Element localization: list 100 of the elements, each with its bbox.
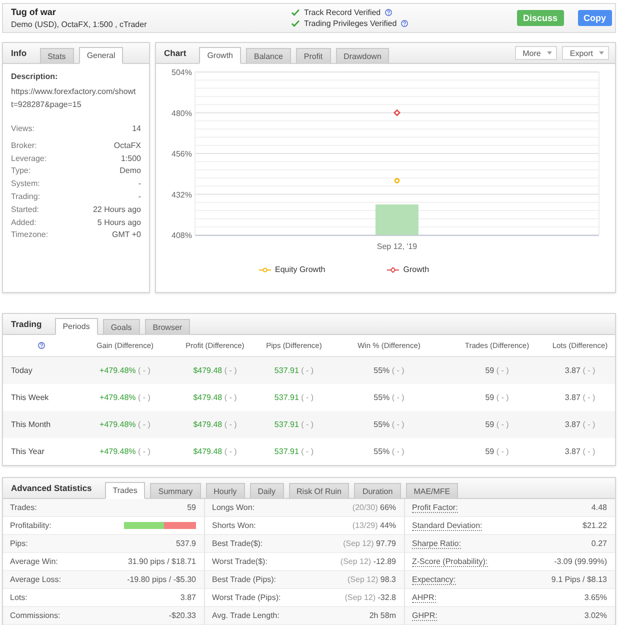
tab[interactable]: Risk Of Ruin: [288, 483, 350, 499]
field-label: Trading:: [11, 190, 40, 203]
stat-label: Profitability:: [10, 521, 52, 530]
stat-value: $21.22: [582, 521, 607, 530]
legend-marker-icon: [387, 266, 400, 272]
stat-label: Lots:: [10, 593, 28, 602]
stat-label: Shorts Won:: [212, 521, 256, 530]
table-cell: 3.87 ( - ): [564, 420, 596, 429]
x-tick-label: Sep 12, '19: [376, 242, 418, 251]
stat-label: Best Trade($):: [212, 539, 263, 548]
table-cell: 3.87 ( - ): [564, 447, 596, 456]
legend-label[interactable]: Growth: [403, 265, 430, 274]
stat-label: Commissions:: [10, 611, 60, 620]
caret-icon: [599, 51, 604, 55]
stat-label: Trades:: [10, 503, 37, 512]
table-cell: $479.48 ( - ): [193, 366, 237, 375]
stat-label: AHPR:: [412, 592, 436, 602]
tab[interactable]: MAE/MFE: [406, 483, 458, 499]
field-value: OctaFX: [114, 140, 141, 152]
field-value: GMT +0: [112, 229, 141, 242]
stat-value: 2h 58m: [369, 611, 396, 620]
stat-value: 4.48: [591, 503, 607, 512]
verification-label: Trading Privileges Verified: [304, 19, 397, 28]
tab[interactable]: Browser: [144, 319, 190, 335]
stat-value: (Sep 12) 98.3: [348, 575, 396, 584]
legend-label[interactable]: Equity Growth: [275, 265, 326, 274]
dropdown-button[interactable]: Export: [562, 46, 609, 60]
account-title: Tug of war: [11, 7, 56, 17]
table-cell: 55% ( - ): [374, 366, 404, 375]
stat-value: -3.09 (99.99%): [554, 557, 607, 566]
panel-title: Info: [11, 48, 27, 58]
table-cell: +479.48% ( - ): [100, 393, 150, 402]
tab[interactable]: Hourly: [206, 483, 245, 499]
stat-label: GHPR:: [412, 610, 438, 620]
y-tick-label: 432%: [172, 190, 192, 200]
field-label: Leverage:: [11, 152, 47, 165]
stat-value: 31.90 pips / $18.71: [128, 557, 196, 566]
field-value: 14: [132, 123, 141, 135]
stat-label: Worst Trade($):: [212, 557, 268, 566]
stat-value: (Sep 12) 97.79: [343, 539, 396, 548]
stat-label: Pips:: [10, 539, 28, 548]
stat-value: (Sep 12) -32.8: [344, 593, 396, 602]
table-cell: 537.91 ( - ): [274, 447, 314, 456]
table-cell: 59 ( - ): [485, 393, 509, 402]
table-cell: +479.48% ( - ): [100, 420, 150, 429]
stat-label: Average Loss:: [10, 575, 61, 584]
description-link[interactable]: t=928287&page=15: [11, 100, 82, 109]
tab[interactable]: Summary: [150, 483, 201, 499]
table-cell: 537.91 ( - ): [274, 366, 314, 375]
account-subtitle: Demo (USD), OctaFX, 1:500 , cTrader: [11, 20, 147, 29]
stat-value: 59: [187, 503, 196, 512]
period-label: Today: [11, 366, 32, 375]
y-tick-label: 456%: [172, 150, 192, 158]
period-label: This Year: [11, 447, 44, 456]
tab[interactable]: Growth: [199, 47, 241, 64]
stat-label: Expectancy:: [412, 574, 456, 584]
field-label: Added:: [11, 216, 36, 229]
table-cell: 537.91 ( - ): [274, 420, 314, 429]
field-value: Demo: [120, 165, 141, 178]
table-cell: 3.87 ( - ): [564, 366, 596, 375]
stat-label: Profit Factor:: [412, 502, 458, 512]
tab[interactable]: Drawdown: [336, 48, 390, 64]
help-icon[interactable]: [38, 342, 44, 349]
tab[interactable]: Duration: [354, 483, 401, 499]
field-label: Broker:: [11, 140, 37, 152]
tab[interactable]: Trades: [104, 482, 146, 499]
help-icon[interactable]: [400, 20, 408, 27]
tab[interactable]: Profit: [296, 48, 331, 64]
tab[interactable]: General: [78, 47, 124, 64]
stat-value: 3.87: [180, 593, 196, 602]
stat-value: 3.02%: [584, 611, 607, 620]
stat-label: Average Win:: [10, 557, 58, 566]
description-link[interactable]: https://www.forexfactory.com/showt: [11, 87, 136, 96]
stat-value: 0.27: [591, 539, 607, 548]
field-value: -: [138, 190, 141, 203]
tab[interactable]: Goals: [102, 319, 140, 335]
table-cell: $479.48 ( - ): [193, 447, 237, 456]
stat-label: Z-Score (Probability):: [412, 556, 488, 566]
stat-value: -$20.33: [168, 611, 196, 620]
table-cell: +479.48% ( - ): [100, 447, 150, 456]
stat-label: Best Trade (Pips):: [212, 575, 276, 584]
field-label: System:: [11, 178, 40, 190]
help-icon[interactable]: [384, 9, 392, 16]
tab[interactable]: Stats: [40, 48, 74, 64]
stat-label: Longs Won:: [212, 503, 255, 512]
panel-title: Trading: [11, 319, 42, 329]
stat-label: Standard Deviation:: [412, 520, 482, 530]
description-label: Description:: [11, 72, 59, 81]
dropdown-button[interactable]: More: [514, 46, 557, 60]
field-label: Views:: [11, 123, 34, 135]
table-cell: 55% ( - ): [374, 447, 404, 456]
field-value: 5 Hours ago: [97, 216, 141, 229]
tab[interactable]: Periods: [54, 318, 98, 335]
action-button[interactable]: Copy: [578, 10, 612, 26]
field-value: 1:500: [120, 152, 141, 165]
stat-value: 537.9: [176, 539, 196, 548]
caret-icon: [546, 51, 552, 55]
stat-label: Sharpe Ratio:: [412, 538, 461, 548]
tab[interactable]: Balance: [246, 48, 291, 64]
tab[interactable]: Daily: [250, 483, 284, 499]
